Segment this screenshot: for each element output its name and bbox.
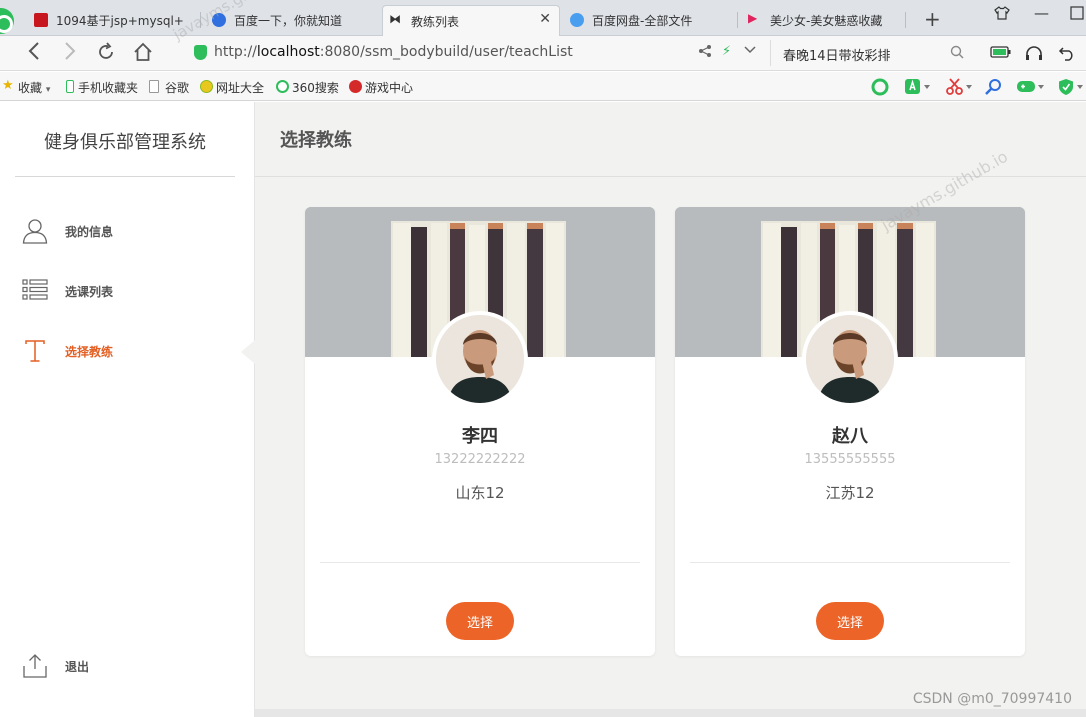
browser-tab-5[interactable]: ▶ 美少女-美女魅惑收藏 bbox=[742, 5, 892, 36]
page-title: 选择教练 bbox=[280, 130, 352, 151]
bookmark-url-directory[interactable]: 网址大全 bbox=[200, 79, 264, 96]
coach-phone: 13555555555 bbox=[804, 452, 896, 467]
card-divider bbox=[690, 562, 1010, 563]
share-icon[interactable] bbox=[698, 44, 712, 62]
headphones-icon[interactable] bbox=[1024, 45, 1044, 61]
chevron-down-icon[interactable] bbox=[744, 44, 756, 59]
select-coach-button[interactable]: 选择 bbox=[816, 602, 884, 640]
baidu-netdisk-icon bbox=[570, 13, 584, 27]
coach-card: 赵八 13555555555 江苏12 选择 bbox=[675, 207, 1025, 656]
tab-label: 美少女-美女魅惑收藏 bbox=[770, 14, 883, 28]
magnifier-icon[interactable] bbox=[985, 78, 1003, 100]
upload-exit-icon bbox=[22, 653, 48, 679]
close-tab-icon[interactable]: ✕ bbox=[539, 11, 551, 27]
sidebar-item-course-list[interactable]: 选课列表 bbox=[0, 272, 254, 312]
logout-button[interactable]: 退出 bbox=[0, 647, 254, 687]
forward-icon[interactable] bbox=[64, 42, 76, 64]
active-indicator bbox=[241, 340, 255, 364]
sidebar: 健身俱乐部管理系统 我的信息 选课列表 选择教练 退出 bbox=[0, 102, 255, 717]
star-icon: ★ bbox=[2, 78, 14, 93]
favicon-icon bbox=[34, 13, 48, 27]
lightning-icon[interactable]: ⚡ bbox=[722, 44, 731, 59]
browser-tab-3-active[interactable]: ⧓ 教练列表 ✕ bbox=[382, 5, 560, 36]
system-title: 健身俱乐部管理系统 bbox=[44, 132, 206, 153]
new-tab-icon[interactable]: + bbox=[924, 7, 941, 31]
user-icon bbox=[22, 218, 48, 244]
tab-label: 百度一下，你就知道 bbox=[234, 14, 343, 28]
sidebar-item-select-coach[interactable]: 选择教练 bbox=[0, 332, 255, 372]
bottom-scroll-strip bbox=[255, 709, 1086, 717]
text-t-icon bbox=[22, 338, 48, 364]
search360-icon bbox=[276, 80, 289, 93]
hot-search-text: 春晚14日带妆彩排 bbox=[783, 49, 891, 64]
play-icon: ▶ bbox=[748, 11, 758, 25]
skin-shirt-icon[interactable] bbox=[994, 6, 1010, 24]
security-shield-icon bbox=[194, 45, 207, 60]
chevron-down-icon[interactable]: ▾ bbox=[46, 85, 51, 95]
browser-logo-icon[interactable] bbox=[0, 8, 14, 34]
green-circle-icon[interactable] bbox=[871, 78, 889, 100]
bookmarks-bar: ★ 收藏 ▾ 手机收藏夹 谷歌 网址大全 360搜索 游戏中心 bbox=[0, 72, 1086, 101]
tab-label: 教练列表 bbox=[411, 15, 460, 29]
select-coach-button[interactable]: 选择 bbox=[446, 602, 514, 640]
hot-search-field[interactable]: 春晚14日带妆彩排 bbox=[770, 40, 970, 66]
page-icon bbox=[149, 80, 159, 93]
bookmark-360-search[interactable]: 360搜索 bbox=[276, 79, 339, 96]
sidebar-item-my-info[interactable]: 我的信息 bbox=[0, 212, 254, 252]
bookmark-google[interactable]: 谷歌 bbox=[149, 79, 189, 96]
sidebar-divider bbox=[15, 176, 235, 177]
sidebar-item-label: 我的信息 bbox=[65, 225, 114, 239]
maximize-icon[interactable] bbox=[1070, 6, 1084, 24]
coach-avatar bbox=[432, 311, 528, 407]
tab-label: 百度网盘-全部文件 bbox=[592, 14, 693, 28]
coach-address: 山东12 bbox=[455, 484, 505, 502]
compass-icon bbox=[200, 80, 213, 93]
csdn-watermark: CSDN @m0_70997410 bbox=[912, 691, 1072, 707]
bowtie-icon: ⧓ bbox=[389, 12, 401, 26]
coach-avatar bbox=[802, 311, 898, 407]
url-field[interactable]: http://localhost:8080/ssm_bodybuild/user… bbox=[188, 40, 768, 66]
bookmark-game-center[interactable]: 游戏中心 bbox=[349, 79, 413, 96]
coach-phone: 13222222222 bbox=[434, 452, 526, 467]
bookmark-mobile[interactable]: 手机收藏夹 bbox=[66, 79, 138, 96]
browser-tab-bar: 1094基于jsp+mysql+ 百度一下，你就知道 ⧓ 教练列表 ✕ 百度网盘… bbox=[0, 0, 1086, 36]
search-icon[interactable] bbox=[950, 45, 964, 63]
back-icon[interactable] bbox=[28, 42, 40, 64]
scissors-icon[interactable] bbox=[946, 78, 972, 100]
browser-tab-1[interactable]: 1094基于jsp+mysql+ bbox=[28, 5, 196, 36]
coach-name: 赵八 bbox=[832, 426, 868, 447]
logout-label: 退出 bbox=[65, 660, 90, 674]
minimize-icon[interactable]: — bbox=[1034, 4, 1049, 22]
url-text[interactable]: http://localhost:8080/ssm_bodybuild/user… bbox=[214, 44, 573, 60]
sidebar-item-label: 选课列表 bbox=[65, 285, 114, 299]
game-icon bbox=[349, 80, 362, 93]
coach-card: 李四 13222222222 山东12 选择 bbox=[305, 207, 655, 656]
phone-icon bbox=[66, 80, 74, 93]
card-divider bbox=[320, 562, 640, 563]
refresh-icon[interactable] bbox=[96, 42, 116, 66]
coach-name: 李四 bbox=[462, 426, 498, 447]
gamepad-icon[interactable] bbox=[1016, 78, 1044, 100]
undo-icon[interactable] bbox=[1058, 45, 1076, 61]
tab-label: 1094基于jsp+mysql+ bbox=[56, 14, 184, 28]
coach-address: 江苏12 bbox=[825, 484, 875, 502]
bookmark-favorites[interactable]: ★ 收藏 ▾ bbox=[2, 78, 51, 96]
list-icon bbox=[22, 278, 48, 304]
home-icon[interactable] bbox=[133, 42, 153, 66]
translate-icon[interactable] bbox=[904, 78, 930, 100]
browser-tab-4[interactable]: 百度网盘-全部文件 bbox=[564, 5, 732, 36]
address-bar: http://localhost:8080/ssm_bodybuild/user… bbox=[0, 36, 1086, 71]
battery-icon[interactable] bbox=[990, 45, 1012, 61]
main-header: 选择教练 bbox=[255, 102, 1086, 177]
shield-security-icon[interactable] bbox=[1058, 78, 1086, 100]
sidebar-item-label: 选择教练 bbox=[65, 345, 114, 359]
